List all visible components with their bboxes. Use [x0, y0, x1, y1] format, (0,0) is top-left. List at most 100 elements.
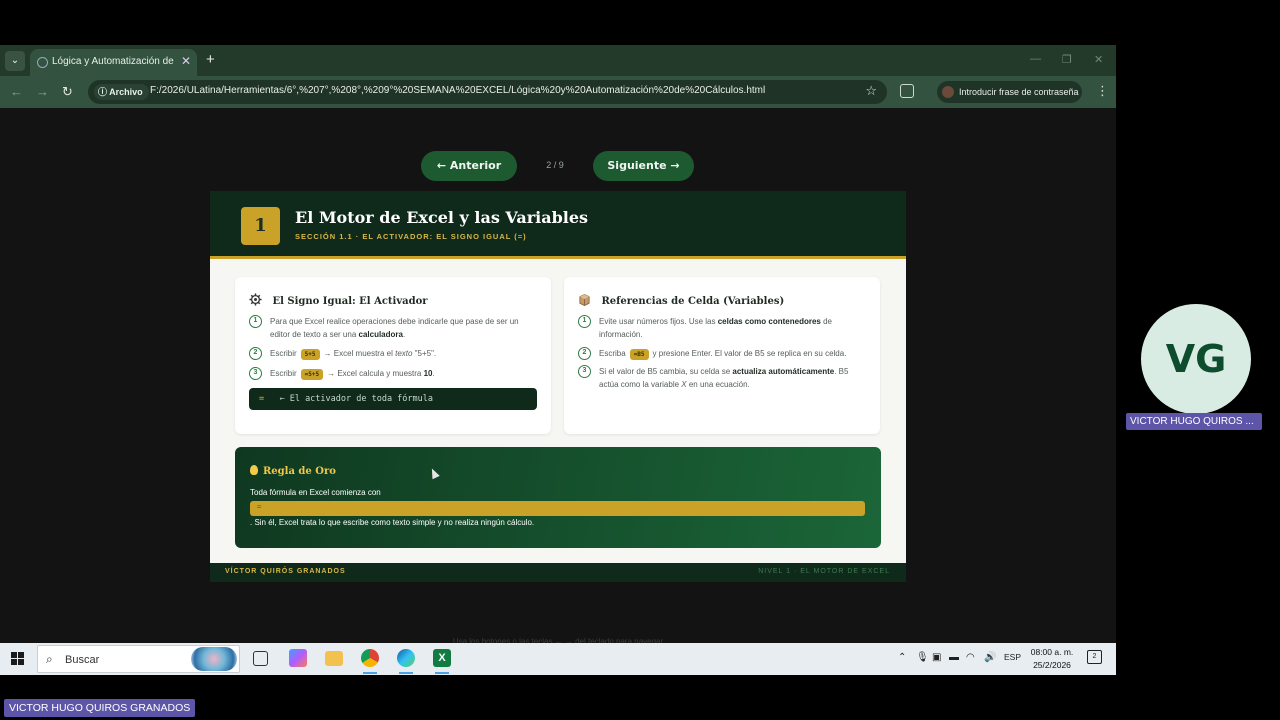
tab-close-icon[interactable]: ✕ — [181, 54, 191, 68]
presenter-name-label: VICTOR HUGO QUIROS GRANADOS — [4, 699, 196, 717]
copilot-icon[interactable] — [289, 649, 307, 667]
list-item: 3 Escribir =5+5 → Excel calcula y muestra … — [249, 367, 539, 380]
card-equal-sign: El Signo Igual: El Activador 1 Para que … — [235, 277, 551, 434]
windows-taskbar: ⌕ Buscar X ⌃ 🎙 ▣ ▬ ◠ 🔊 ESP 08:00 a. m. 2… — [0, 643, 1116, 675]
minimize-icon[interactable]: — — [1030, 53, 1041, 65]
text-bold: actualiza automáticamente — [732, 367, 835, 376]
step-number: 1 — [578, 315, 591, 328]
search-placeholder: Buscar — [65, 654, 100, 666]
text: Escriba — [599, 349, 626, 358]
browser-tab-active[interactable]: Lógica y Automatización de Cálculos ✕ — [30, 49, 197, 76]
list-item: 1 Para que Excel realice operaciones deb… — [249, 315, 539, 341]
code-chip: 5+5 — [300, 349, 320, 360]
card-header: Referencias de Celda (Variables) — [578, 291, 784, 307]
code-chip: =5+5 — [300, 369, 324, 380]
excel-icon[interactable]: X — [433, 649, 451, 667]
participant-avatar: VG — [1141, 304, 1251, 414]
item-text: Escribir 5+5 → Excel muestra el texto "5+5… — [270, 347, 539, 360]
tray-chevron-icon[interactable]: ⌃ — [898, 652, 906, 663]
item-text: Escribir =5+5 → Excel calcula y muestra 10… — [270, 367, 539, 380]
item-text: Para que Excel realice operaciones debe … — [270, 315, 539, 341]
slide-subtitle: SECCIÓN 1.1 · EL ACTIVADOR: EL SIGNO IGU… — [295, 232, 527, 241]
card-header: El Signo Igual: El Activador — [249, 291, 428, 307]
new-tab-button[interactable]: + — [206, 51, 215, 68]
code-chip: =B5 — [629, 349, 649, 360]
address-bar[interactable]: ⓘ Archivo F:/2026/ULatina/Herramientas/6… — [88, 80, 887, 104]
shared-screen: ⌄ Lógica y Automatización de Cálculos ✕ … — [0, 45, 1116, 675]
step-number: 2 — [578, 347, 591, 360]
profile-avatar-icon — [942, 86, 954, 98]
step-number: 3 — [578, 365, 591, 378]
item-text: Evite usar números fijos. Use las celdas… — [599, 315, 868, 341]
text: Escribir — [270, 369, 297, 378]
volume-icon[interactable]: 🔊 — [984, 652, 996, 663]
search-highlight-image — [191, 647, 237, 671]
step-number: 2 — [249, 347, 262, 360]
passphrase-label: Introducir frase de contraseña — [959, 87, 1079, 97]
footer-author: VÍCTOR QUIRÓS GRANADOS — [225, 568, 346, 575]
box-icon — [579, 293, 590, 306]
back-arrow-icon[interactable]: ← — [10, 84, 23, 99]
site-info-chip[interactable]: ⓘ Archivo — [94, 84, 149, 100]
task-view-icon[interactable] — [253, 651, 268, 666]
chrome-icon[interactable] — [361, 649, 379, 667]
card-cell-references: Referencias de Celda (Variables) 1 Evite… — [564, 277, 880, 434]
text: en una ecuación. — [686, 380, 750, 389]
text: . — [402, 330, 406, 339]
text: y presione Enter. El valor de B5 se repl… — [652, 349, 847, 358]
text: → Excel calcula y muestra — [327, 369, 424, 378]
text: → Excel muestra el — [323, 349, 396, 358]
lightbulb-icon — [250, 465, 258, 475]
text: Si el valor de B5 cambia, su celda se — [599, 367, 733, 376]
extensions-puzzle-icon[interactable] — [900, 84, 914, 98]
notification-center-icon[interactable]: 2 — [1087, 650, 1102, 664]
taskbar-clock[interactable]: 08:00 a. m. 25/2/2026 — [1024, 646, 1080, 672]
tab-title: Lógica y Automatización de Cálculos — [52, 56, 176, 67]
reload-icon[interactable]: ↻ — [62, 84, 73, 100]
browser-tab-bar: ⌄ Lógica y Automatización de Cálculos ✕ … — [0, 45, 1116, 76]
rule-title-text: Regla de Oro — [263, 466, 336, 477]
golden-rule-title: Regla de Oro — [250, 465, 336, 477]
wifi-icon[interactable]: ◠ — [966, 652, 975, 663]
list-item: 1 Evite usar números fijos. Use las celd… — [578, 315, 868, 341]
url-text[interactable]: F:/2026/ULatina/Herramientas/6°,%207°,%2… — [150, 85, 765, 96]
maximize-icon[interactable]: ❐ — [1062, 53, 1072, 66]
list-item: 2 Escribir 5+5 → Excel muestra el texto "5… — [249, 347, 539, 360]
slide-footer: VÍCTOR QUIRÓS GRANADOS NIVEL 1 · EL MOTO… — [210, 563, 906, 582]
search-icon: ⌕ — [46, 652, 53, 666]
slide-title: El Motor de Excel y las Variables — [295, 208, 589, 227]
golden-rule-panel: Regla de Oro Toda fórmula en Excel comie… — [235, 447, 881, 548]
text-bold: 10 — [423, 369, 433, 378]
text-italic: texto — [395, 349, 413, 358]
screen-share-icon[interactable]: ▣ — [932, 652, 941, 663]
code-comment: ← El activador de toda fórmula — [264, 394, 434, 404]
file-explorer-icon[interactable] — [325, 651, 343, 666]
bookmark-star-icon[interactable]: ☆ — [865, 83, 877, 99]
microphone-icon[interactable]: 🎙 — [916, 652, 929, 663]
windows-start-icon[interactable] — [11, 652, 24, 665]
text: "5+5". — [412, 349, 437, 358]
forward-arrow-icon[interactable]: → — [36, 84, 49, 99]
passphrase-button[interactable]: Introducir frase de contraseña — [937, 81, 1082, 103]
active-app-indicator — [363, 672, 377, 674]
text: Escribir — [270, 349, 297, 358]
taskbar-search[interactable]: ⌕ Buscar — [37, 645, 240, 673]
item-text: Si el valor de B5 cambia, su celda se ac… — [599, 365, 868, 391]
next-slide-button[interactable]: Siguiente → — [593, 151, 694, 181]
browser-toolbar: ← → ↻ ⓘ Archivo F:/2026/ULatina/Herramie… — [0, 76, 1116, 108]
clock-date: 25/2/2026 — [1033, 660, 1071, 670]
text-bold: calculadora — [358, 330, 403, 339]
browser-menu-icon[interactable]: ⋮ — [1096, 83, 1109, 99]
language-indicator[interactable]: ESP — [1004, 652, 1021, 662]
tab-search-chevron-icon[interactable]: ⌄ — [5, 51, 25, 71]
participant-name-label: VICTOR HUGO QUIROS ... — [1126, 413, 1262, 430]
prev-slide-button[interactable]: ← Anterior — [421, 151, 517, 181]
edge-icon[interactable] — [397, 649, 415, 667]
text: Evite usar números fijos. Use las — [599, 317, 718, 326]
rule-highlight-bar: = — [250, 501, 865, 516]
active-app-indicator — [399, 672, 413, 674]
close-window-icon[interactable]: ✕ — [1094, 53, 1103, 66]
slide-header: 1 El Motor de Excel y las Variables SECC… — [210, 191, 906, 259]
text-bold: celdas como contenedores — [717, 317, 821, 326]
battery-icon[interactable]: ▬ — [949, 652, 959, 663]
